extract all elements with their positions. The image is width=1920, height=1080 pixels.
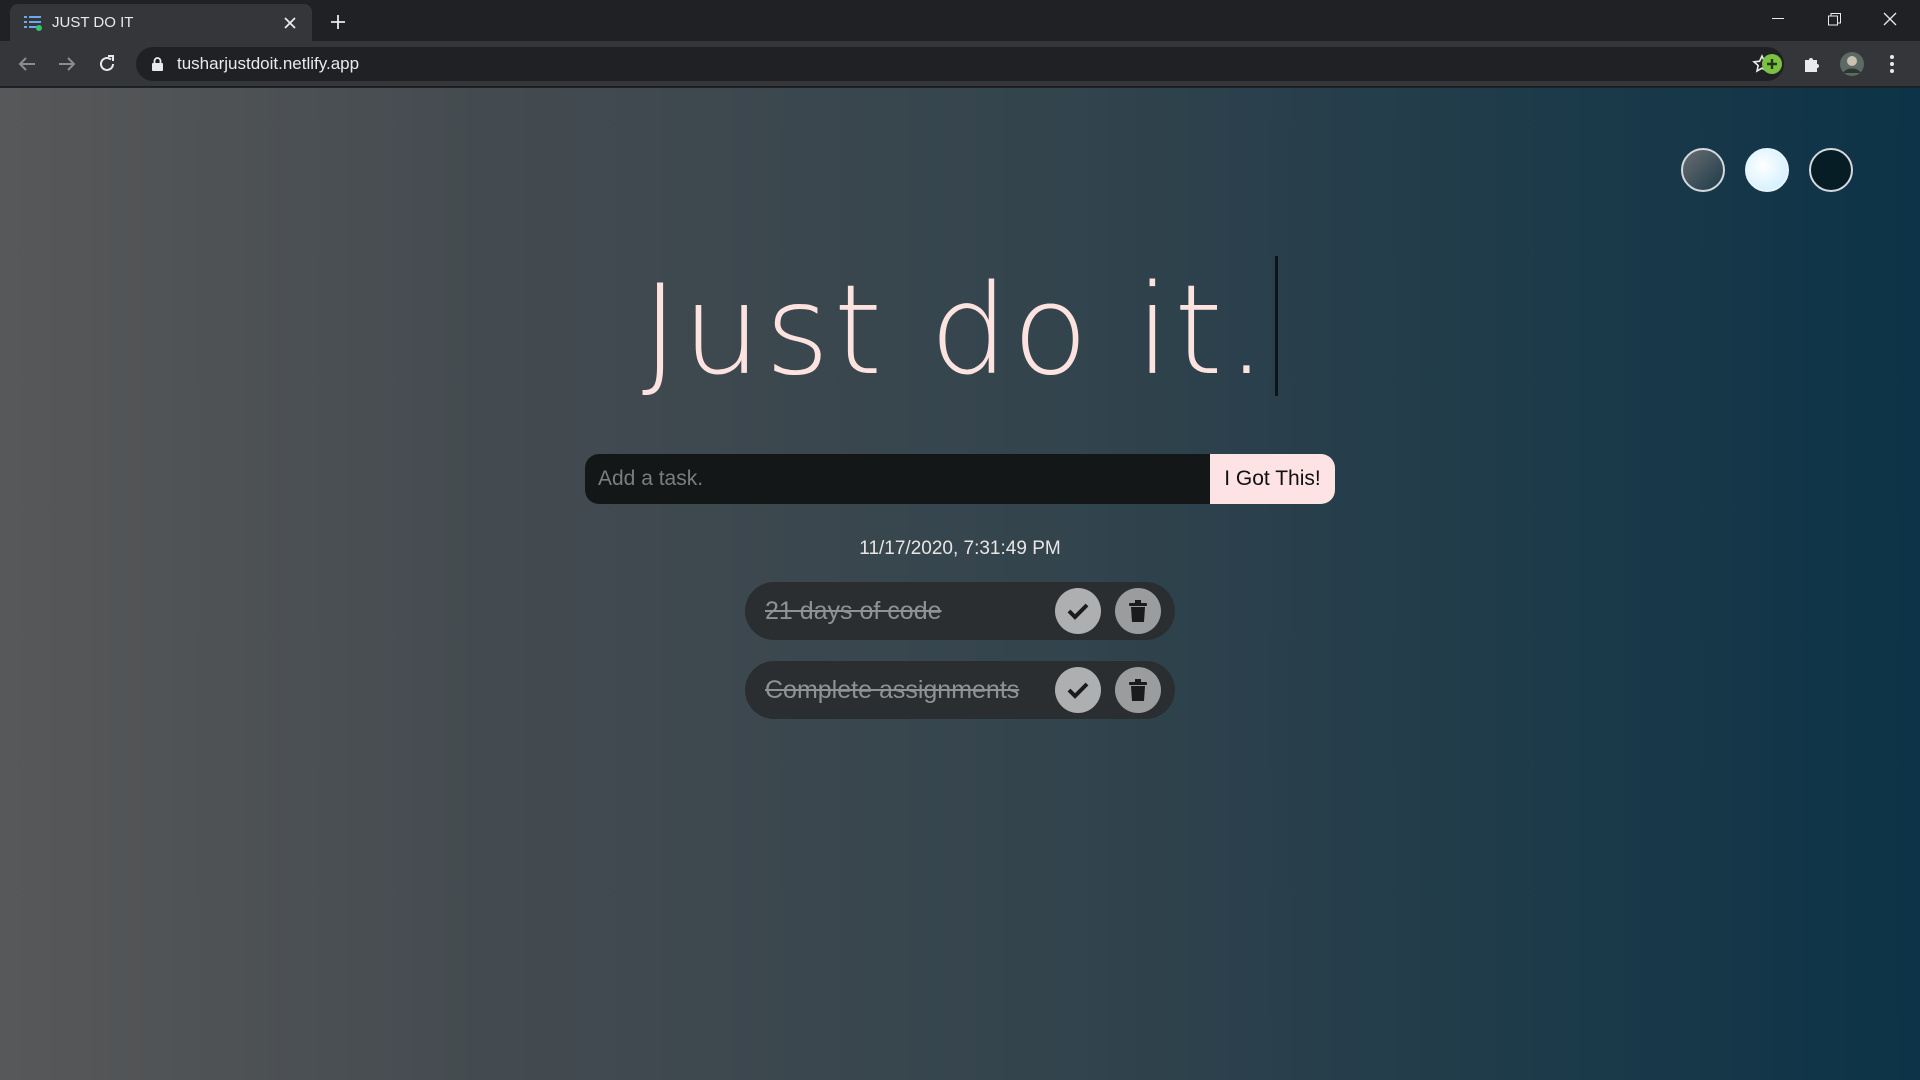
close-tab-icon[interactable] [280, 13, 300, 33]
todo-item: Complete assignments [745, 661, 1175, 719]
menu-kebab-icon[interactable] [1878, 50, 1906, 78]
url-text: tusharjustdoit.netlify.app [177, 54, 360, 73]
restore-icon[interactable] [1806, 0, 1862, 38]
forward-arrow-icon[interactable] [53, 50, 81, 78]
extension-plus-icon[interactable] [1758, 50, 1786, 78]
check-icon[interactable] [1055, 667, 1101, 713]
extensions-puzzle-icon[interactable] [1798, 50, 1826, 78]
browser-toolbar: tusharjustdoit.netlify.app [0, 41, 1920, 87]
close-window-icon[interactable] [1862, 0, 1918, 38]
back-arrow-icon[interactable] [13, 50, 41, 78]
heading-container: Just do it. [0, 256, 1920, 406]
lock-icon [152, 57, 163, 71]
check-icon[interactable] [1055, 588, 1101, 634]
page-viewport: Just do it. I Got This! 11/17/2020, 7:31… [0, 88, 1920, 1080]
tab-strip: JUST DO IT [0, 0, 1920, 41]
address-bar[interactable]: tusharjustdoit.netlify.app [136, 47, 1784, 81]
theme-light-button[interactable] [1745, 148, 1789, 192]
todo-item: 21 days of code [745, 582, 1175, 640]
add-task-button[interactable]: I Got This! [1210, 454, 1335, 504]
theme-standard-button[interactable] [1681, 148, 1725, 192]
current-datetime: 11/17/2020, 7:31:49 PM [859, 538, 1061, 559]
trash-icon[interactable] [1115, 588, 1161, 634]
profile-avatar[interactable] [1838, 50, 1866, 78]
reload-icon[interactable] [93, 50, 121, 78]
list-favicon-icon [24, 14, 42, 32]
add-task-form: I Got This! [585, 454, 1335, 504]
todo-text: Complete assignments [765, 675, 1020, 704]
trash-icon[interactable] [1115, 667, 1161, 713]
todo-list: 21 days of code Complete assignments [745, 582, 1175, 740]
text-caret [1275, 256, 1279, 396]
theme-selector [1681, 148, 1853, 192]
task-input[interactable] [585, 454, 1210, 504]
tab-title: JUST DO IT [52, 14, 134, 31]
todo-text: 21 days of code [765, 596, 942, 625]
minimize-icon[interactable] [1750, 0, 1806, 38]
new-tab-icon[interactable] [325, 9, 351, 35]
theme-darker-button[interactable] [1809, 148, 1853, 192]
browser-tab[interactable]: JUST DO IT [10, 4, 312, 41]
page-title: Just do it. [641, 256, 1279, 406]
page-title-text: Just do it. [641, 259, 1271, 403]
